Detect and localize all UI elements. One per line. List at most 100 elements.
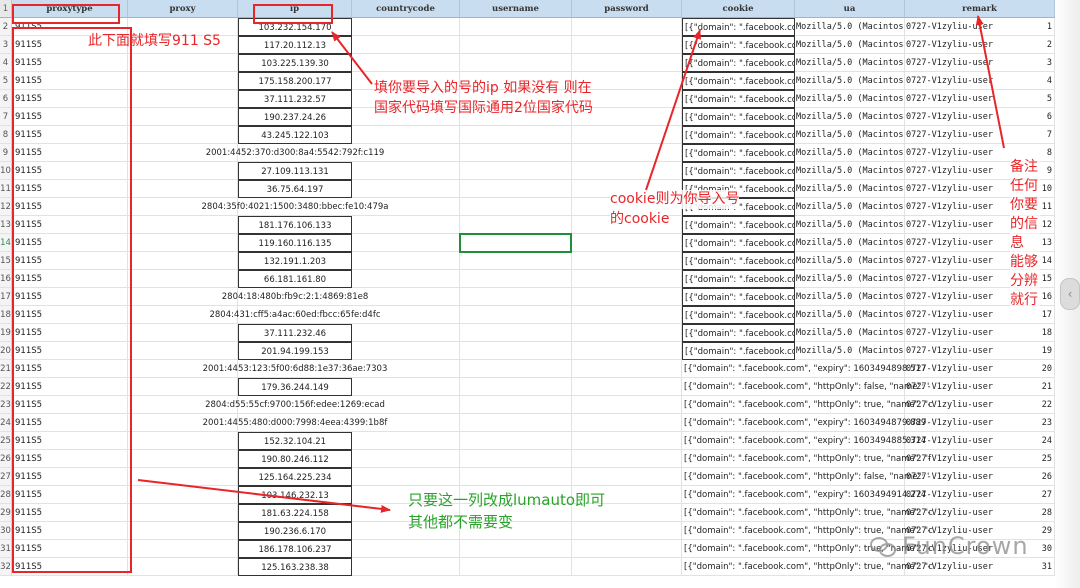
ua-cell[interactable]: Mozilla/5.0 (Macintos bbox=[795, 342, 905, 360]
password-cell[interactable] bbox=[572, 270, 682, 288]
remark-cell[interactable]: 0727-V1zyliu-user 6 bbox=[905, 108, 1055, 126]
proxy-cell[interactable] bbox=[128, 54, 238, 72]
ip-cell[interactable]: 132.191.1.203 bbox=[238, 252, 352, 270]
cookie-cell[interactable]: [{"domain": ".facebook.com", "httpOnly":… bbox=[682, 540, 933, 558]
proxy-cell[interactable] bbox=[128, 270, 238, 288]
ua-cell[interactable]: Mozilla/5.0 (Macintos bbox=[795, 36, 905, 54]
countrycode-cell[interactable] bbox=[352, 468, 460, 486]
username-cell[interactable] bbox=[460, 162, 572, 180]
column-header-ua[interactable]: ua bbox=[795, 0, 905, 18]
ua-cell[interactable]: Mozilla/5.0 (Macintos bbox=[795, 72, 905, 90]
username-cell[interactable] bbox=[460, 252, 572, 270]
remark-cell[interactable]: 0727-V1zyliu-user 18 bbox=[905, 324, 1055, 342]
cookie-cell[interactable]: [{"domain": ".facebook.com", bbox=[682, 252, 795, 270]
username-cell[interactable] bbox=[460, 126, 572, 144]
password-cell[interactable] bbox=[572, 558, 682, 576]
cookie-cell[interactable]: [{"domain": ".facebook.com", bbox=[682, 126, 795, 144]
username-cell[interactable] bbox=[460, 342, 572, 360]
remark-cell[interactable]: 0727-V1zyliu-user 2 bbox=[905, 36, 1055, 54]
proxy-cell[interactable] bbox=[128, 558, 238, 576]
password-cell[interactable] bbox=[572, 18, 682, 36]
username-cell[interactable] bbox=[460, 288, 572, 306]
username-cell[interactable] bbox=[460, 378, 572, 396]
proxy-cell[interactable] bbox=[128, 450, 238, 468]
cookie-cell[interactable]: [{"domain": ".facebook.com", "expiry": 1… bbox=[682, 414, 926, 432]
ip-cell[interactable]: 37.111.232.46 bbox=[238, 324, 352, 342]
password-cell[interactable] bbox=[572, 342, 682, 360]
countrycode-cell[interactable] bbox=[352, 54, 460, 72]
password-cell[interactable] bbox=[572, 252, 682, 270]
username-cell[interactable] bbox=[460, 468, 572, 486]
ip-cell[interactable]: 103.225.139.30 bbox=[238, 54, 352, 72]
username-cell[interactable] bbox=[460, 558, 572, 576]
cookie-cell[interactable]: [{"domain": ".facebook.com", "httpOnly":… bbox=[682, 468, 929, 486]
username-cell[interactable] bbox=[460, 144, 572, 162]
countrycode-cell[interactable] bbox=[352, 450, 460, 468]
countrycode-cell[interactable] bbox=[352, 162, 460, 180]
column-header-remark[interactable]: remark bbox=[905, 0, 1055, 18]
ip-cell[interactable]: 36.75.64.197 bbox=[238, 180, 352, 198]
remark-cell[interactable]: 0727-V1zyliu-user 4 bbox=[905, 72, 1055, 90]
username-cell[interactable] bbox=[460, 18, 572, 36]
proxy-cell[interactable] bbox=[128, 522, 238, 540]
password-cell[interactable] bbox=[572, 36, 682, 54]
countrycode-cell[interactable] bbox=[352, 342, 460, 360]
ua-cell[interactable]: Mozilla/5.0 (Macintos bbox=[795, 180, 905, 198]
ip-cell[interactable]: 2804:35f0:4021:1500:3480:bbec:fe10:479a bbox=[202, 198, 388, 216]
username-cell[interactable] bbox=[460, 360, 572, 378]
remark-cell[interactable]: 0727-V1zyliu-user 7 bbox=[905, 126, 1055, 144]
password-cell[interactable] bbox=[572, 468, 682, 486]
proxy-cell[interactable] bbox=[128, 378, 238, 396]
proxy-cell[interactable] bbox=[128, 432, 238, 450]
column-header-proxy[interactable]: proxy bbox=[128, 0, 238, 18]
countrycode-cell[interactable] bbox=[352, 270, 460, 288]
proxy-cell[interactable] bbox=[128, 162, 238, 180]
password-cell[interactable] bbox=[572, 360, 682, 378]
ua-cell[interactable]: Mozilla/5.0 (Macintos bbox=[795, 18, 905, 36]
countrycode-cell[interactable] bbox=[352, 234, 460, 252]
remark-cell[interactable]: 0727-V1zyliu-user 19 bbox=[905, 342, 1055, 360]
username-cell[interactable] bbox=[460, 414, 572, 432]
password-cell[interactable] bbox=[572, 144, 682, 162]
username-cell[interactable] bbox=[460, 198, 572, 216]
cookie-cell[interactable]: [{"domain": ".facebook.com", "httpOnly":… bbox=[682, 450, 931, 468]
ip-cell[interactable]: 181.63.224.158 bbox=[238, 504, 352, 522]
countrycode-cell[interactable] bbox=[352, 324, 460, 342]
proxy-cell[interactable] bbox=[128, 216, 238, 234]
ip-cell[interactable]: 179.36.244.149 bbox=[238, 378, 352, 396]
ip-cell[interactable]: 152.32.104.21 bbox=[238, 432, 352, 450]
remark-cell[interactable]: 0727-V1zyliu-user 27 bbox=[905, 486, 1055, 504]
ip-cell[interactable]: 175.158.200.177 bbox=[238, 72, 352, 90]
ua-cell[interactable]: Mozilla/5.0 (Macintos bbox=[795, 252, 905, 270]
cookie-cell[interactable]: [{"domain": ".facebook.com", "httpOnly":… bbox=[682, 522, 933, 540]
countrycode-cell[interactable] bbox=[352, 36, 460, 54]
proxy-cell[interactable] bbox=[128, 90, 238, 108]
proxy-cell[interactable] bbox=[128, 540, 238, 558]
ua-cell[interactable]: Mozilla/5.0 (Macintos bbox=[795, 162, 905, 180]
username-cell[interactable] bbox=[460, 540, 572, 558]
ip-cell[interactable]: 201.94.199.153 bbox=[238, 342, 352, 360]
password-cell[interactable] bbox=[572, 288, 682, 306]
password-cell[interactable] bbox=[572, 540, 682, 558]
username-cell[interactable] bbox=[460, 306, 572, 324]
password-cell[interactable] bbox=[572, 450, 682, 468]
ip-cell[interactable]: 2804:431:cff5:a4ac:60ed:fbcc:65fe:d4fc bbox=[209, 306, 381, 324]
username-cell[interactable] bbox=[460, 396, 572, 414]
ip-cell[interactable]: 2804:18:480b:fb9c:2:1:4869:81e8 bbox=[222, 288, 368, 306]
remark-cell[interactable]: 0727-V1zyliu-user 5 bbox=[905, 90, 1055, 108]
username-cell[interactable] bbox=[460, 270, 572, 288]
column-header-username[interactable]: username bbox=[460, 0, 572, 18]
ip-cell[interactable]: 186.178.106.237 bbox=[238, 540, 352, 558]
scroll-handle[interactable]: ‹ bbox=[1060, 278, 1080, 310]
cookie-cell[interactable]: [{"domain": ".facebook.com", "httpOnly":… bbox=[682, 378, 929, 396]
selected-cell[interactable] bbox=[459, 233, 572, 253]
cookie-cell[interactable]: [{"domain": ".facebook.com", bbox=[682, 324, 795, 342]
remark-cell[interactable]: 0727-V1zyliu-user 20 bbox=[905, 360, 1055, 378]
cookie-cell[interactable]: [{"domain": ".facebook.com", bbox=[682, 216, 795, 234]
proxy-cell[interactable] bbox=[128, 342, 238, 360]
ua-cell[interactable]: Mozilla/5.0 (Macintos bbox=[795, 198, 905, 216]
proxy-cell[interactable] bbox=[128, 72, 238, 90]
countrycode-cell[interactable] bbox=[352, 378, 460, 396]
remark-cell[interactable]: 0727-V1zyliu-user 24 bbox=[905, 432, 1055, 450]
username-cell[interactable] bbox=[460, 324, 572, 342]
